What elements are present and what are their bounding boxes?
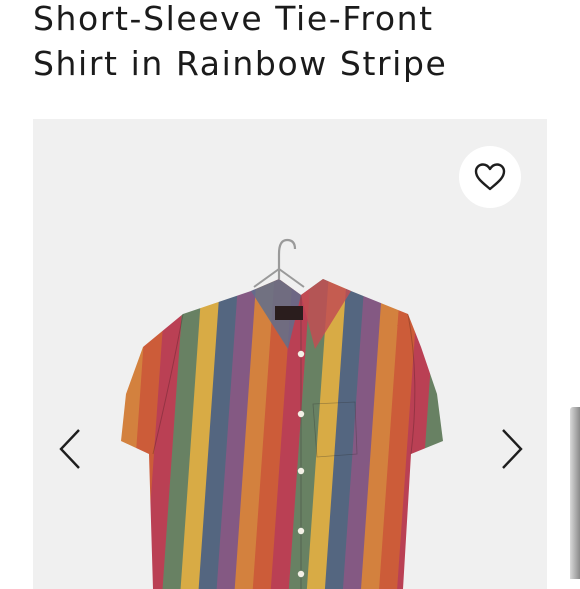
next-image-button[interactable] [492, 424, 532, 474]
product-title-line-2: Shirt in Rainbow Stripe [33, 44, 448, 83]
chevron-left-icon [59, 429, 80, 469]
favorite-button[interactable] [459, 146, 521, 208]
heart-icon [474, 163, 506, 191]
chevron-right-icon [502, 429, 523, 469]
product-title: Short-Sleeve Tie-Front Shirt in Rainbow … [33, 0, 447, 86]
product-image-gallery[interactable] [33, 119, 547, 589]
previous-image-button[interactable] [50, 424, 90, 474]
scroll-edge-handle[interactable] [570, 407, 580, 579]
product-title-line-1: Short-Sleeve Tie-Front [33, 0, 434, 38]
